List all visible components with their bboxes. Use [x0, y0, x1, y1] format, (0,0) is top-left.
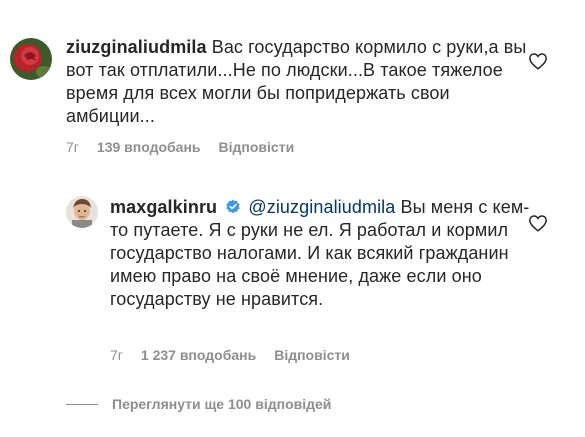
- comment-text: maxgalkinru @ziuzginaliudmila Вы меня с …: [110, 196, 530, 311]
- reply-button[interactable]: Відповісти: [274, 347, 350, 363]
- view-replies-label: Переглянути ще 100 відповідей: [112, 396, 332, 412]
- comment-likes[interactable]: 139 вподобань: [97, 139, 201, 155]
- avatar[interactable]: [66, 196, 98, 228]
- rose-avatar-image: [10, 38, 52, 80]
- previous-comment-fragment: [0, 0, 585, 4]
- comment-likes[interactable]: 1 237 вподобань: [141, 347, 256, 363]
- comment-meta: 7г 1 237 вподобань Відповісти: [110, 347, 350, 363]
- person-avatar-image: [66, 196, 98, 228]
- comments-page: ziuzginaliudmila Вас государство кормило…: [0, 0, 585, 437]
- verified-badge-icon: [226, 199, 240, 214]
- comment-text: ziuzginaliudmila Вас государство кормило…: [66, 36, 536, 128]
- heart-outline-icon[interactable]: [528, 214, 548, 232]
- divider-line: [66, 403, 98, 405]
- mention-link[interactable]: @ziuzginaliudmila: [248, 197, 395, 217]
- avatar[interactable]: [10, 38, 52, 80]
- comment-username[interactable]: maxgalkinru: [110, 197, 217, 217]
- comment-time[interactable]: 7г: [110, 347, 123, 363]
- view-replies-button[interactable]: Переглянути ще 100 відповідей: [66, 396, 331, 412]
- comment-time[interactable]: 7г: [66, 139, 79, 155]
- heart-outline-icon[interactable]: [528, 52, 548, 70]
- comment-username[interactable]: ziuzginaliudmila: [66, 37, 207, 57]
- comment-meta: 7г 139 вподобань Відповісти: [66, 139, 294, 155]
- reply-button[interactable]: Відповісти: [219, 139, 295, 155]
